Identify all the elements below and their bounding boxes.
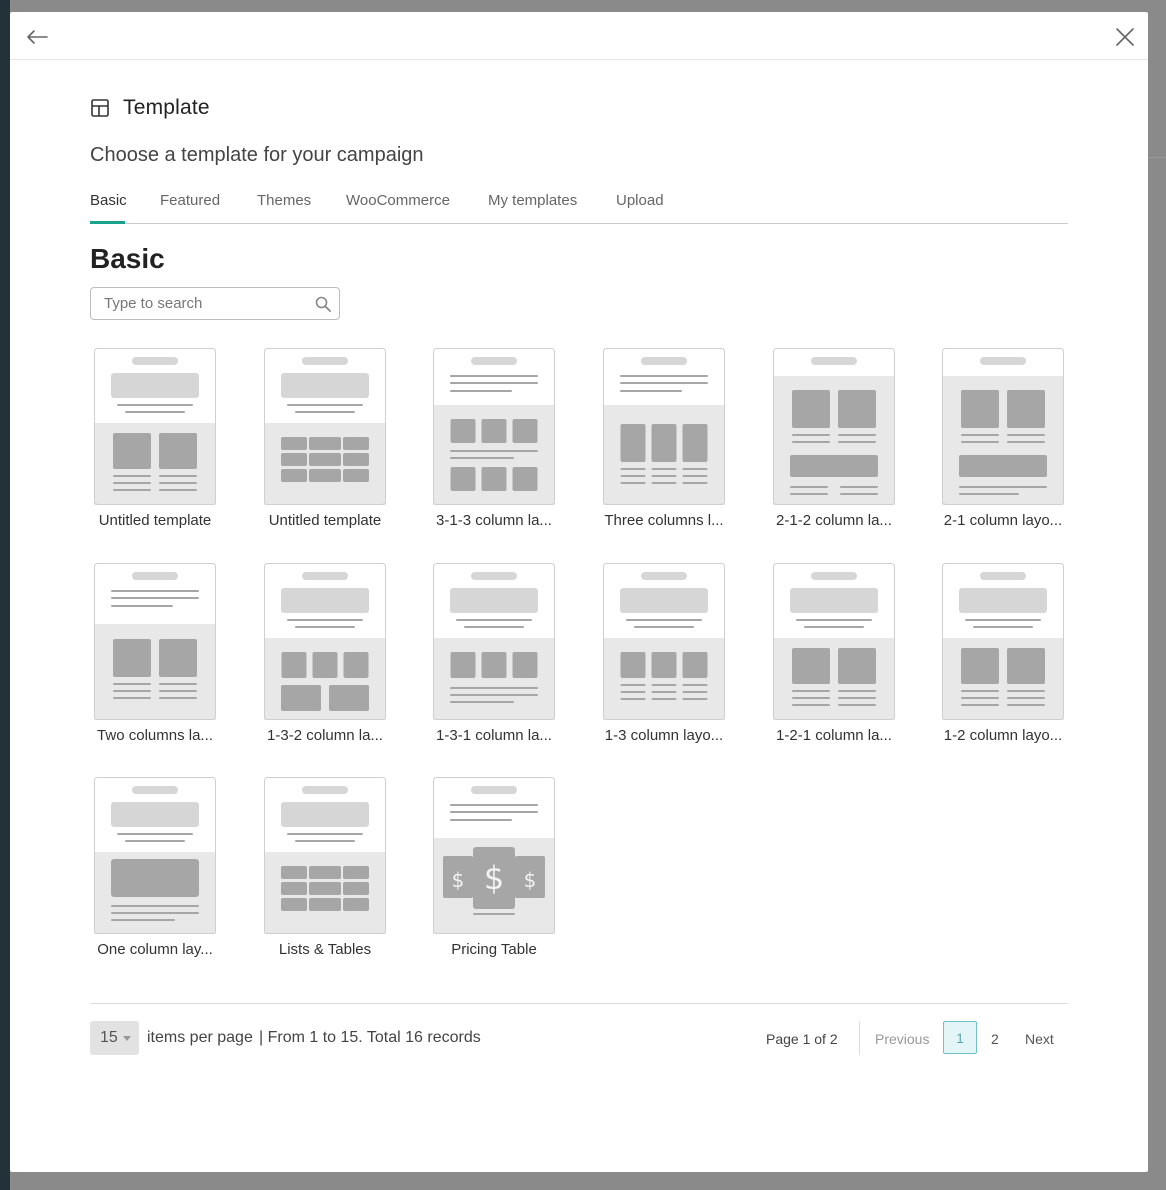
template-card-label: 2-1-2 column la...	[776, 512, 892, 529]
template-card-label: 1-2-1 column la...	[776, 727, 892, 744]
caret-down-icon	[123, 1036, 131, 1041]
layout-1-2-column-thumbnail[interactable]	[942, 563, 1064, 720]
template-card-label: Two columns la...	[97, 727, 213, 744]
layout-3-1-3-thumbnail[interactable]	[433, 348, 555, 505]
layout-two-columns-thumbnail[interactable]	[94, 563, 216, 720]
dialog-title: Template	[123, 96, 210, 119]
template-card-label: Pricing Table	[451, 941, 537, 958]
template-card-label: 1-3-1 column la...	[436, 727, 552, 744]
tab-basic[interactable]: Basic	[90, 192, 127, 209]
records-summary: | From 1 to 15. Total 16 records	[259, 1029, 481, 1046]
template-card-label: Lists & Tables	[278, 941, 372, 958]
tab-woocommerce[interactable]: WooCommerce	[346, 192, 450, 209]
per-page-value: 15	[100, 1029, 118, 1046]
search-box	[90, 287, 340, 320]
pagination-bar: 15 items per page | From 1 to 15. Total …	[90, 1003, 1068, 1073]
close-button[interactable]	[1112, 24, 1138, 50]
tab-themes[interactable]: Themes	[257, 192, 311, 209]
page-2-button[interactable]: 2	[991, 1031, 999, 1047]
svg-text:$: $	[484, 859, 504, 897]
template-card-label: 3-1-3 column la...	[436, 512, 552, 529]
template-card-label: Untitled template	[98, 512, 212, 529]
tab-featured[interactable]: Featured	[160, 192, 220, 209]
template-card-label: 1-3 column layo...	[604, 727, 724, 744]
page-info: Page 1 of 2	[766, 1031, 838, 1047]
template-card-label: Untitled template	[268, 512, 382, 529]
next-page-button[interactable]: Next	[1025, 1031, 1054, 1047]
layout-one-column-thumbnail[interactable]	[94, 777, 216, 934]
dialog-header	[10, 12, 1148, 60]
tab-upload[interactable]: Upload	[616, 192, 664, 209]
layout-2-1-2-thumbnail[interactable]	[773, 348, 895, 505]
layout-1-2-1-thumbnail[interactable]	[773, 563, 895, 720]
template-card-label: Three columns l...	[604, 512, 724, 529]
layout-1-2-thumbnail[interactable]	[94, 348, 216, 505]
template-card-label: One column lay...	[97, 941, 213, 958]
template-dialog: Template Choose a template for your camp…	[10, 12, 1148, 1172]
background-sidebar-edge	[0, 0, 10, 1190]
layout-pricing-table-thumbnail[interactable]: $ $ $	[433, 777, 555, 934]
close-icon	[1116, 28, 1134, 46]
template-icon	[91, 99, 109, 117]
layout-1-3-1-thumbnail[interactable]	[433, 563, 555, 720]
svg-text:$: $	[452, 868, 465, 892]
svg-text:$: $	[524, 868, 537, 892]
pager-divider	[859, 1021, 860, 1055]
template-card-label: 2-1 column layo...	[943, 512, 1063, 529]
page-1-button[interactable]: 1	[943, 1021, 977, 1054]
template-card-label: 1-2 column layo...	[943, 727, 1063, 744]
active-tab-indicator	[90, 221, 125, 224]
previous-page-button[interactable]: Previous	[875, 1031, 929, 1047]
layout-1-table-thumbnail[interactable]	[264, 348, 386, 505]
layout-2-1-thumbnail[interactable]	[942, 348, 1064, 505]
per-page-select[interactable]: 15	[90, 1021, 139, 1055]
template-card-label: 1-3-2 column la...	[267, 727, 383, 744]
dialog-subtitle: Choose a template for your campaign	[90, 144, 424, 166]
layout-lists-tables-thumbnail[interactable]	[264, 777, 386, 934]
search-icon[interactable]	[315, 296, 331, 312]
tab-my-templates[interactable]: My templates	[488, 192, 577, 209]
arrow-left-icon	[27, 30, 48, 44]
layout-1-3-2-thumbnail[interactable]	[264, 563, 386, 720]
back-button[interactable]	[24, 24, 50, 50]
items-per-page-label: items per page	[147, 1029, 253, 1046]
section-title: Basic	[90, 243, 165, 274]
layout-1-3-thumbnail[interactable]	[603, 563, 725, 720]
layout-three-columns-thumbnail[interactable]	[603, 348, 725, 505]
background-divider	[1148, 157, 1166, 158]
search-input[interactable]	[91, 288, 307, 319]
dialog-title-row: Template	[90, 96, 210, 120]
template-tabs: Basic Featured Themes WooCommerce My tem…	[90, 190, 1068, 224]
